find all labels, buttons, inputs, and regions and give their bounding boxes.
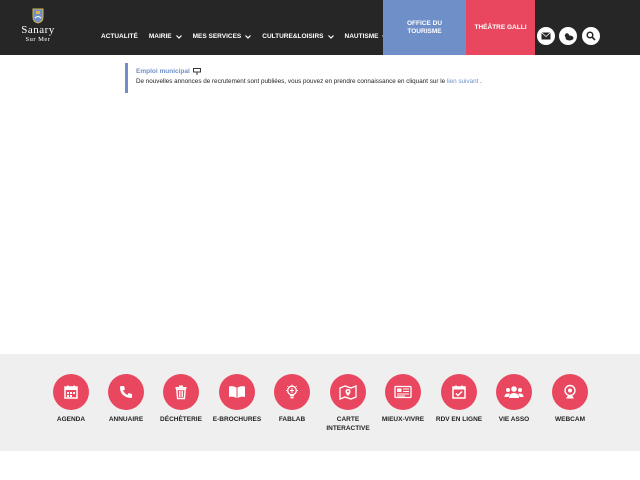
service-label: Annuaire — [108, 416, 144, 423]
nav-item-culture-loisirs[interactable]: Culture&Loisirs — [262, 33, 334, 40]
nav-item-actualite[interactable]: Actualité — [101, 33, 138, 40]
notice-link[interactable]: lien suivant — [447, 78, 479, 85]
notice-title-text: Emploi municipal — [136, 68, 190, 75]
service-label: Agenda — [56, 416, 86, 423]
service-label: Webcam — [555, 416, 585, 423]
nav-item-label: Actualité — [101, 33, 138, 40]
calendar-icon — [64, 385, 78, 399]
mail-icon — [541, 32, 551, 40]
webcam-icon — [564, 384, 576, 399]
office-tourisme-label: OFFICE DU TOURISME — [406, 19, 443, 35]
mail-button[interactable] — [537, 27, 555, 45]
site-header: Sanary Sur Mer Actualité Mairie Mes serv… — [0, 0, 640, 55]
services-bar: Agenda Annuaire Déchèterie E-Brochures F — [0, 354, 640, 451]
service-rdv-en-ligne[interactable]: RDV en ligne — [431, 374, 487, 424]
trash-icon — [175, 385, 187, 400]
site-logo[interactable]: Sanary Sur Mer — [10, 8, 66, 50]
lightbulb-icon — [286, 384, 298, 399]
nav-item-label: Mairie — [148, 33, 172, 40]
service-annuaire[interactable]: Annuaire — [98, 374, 154, 424]
theatre-galli-button[interactable]: THÉÂTRE GALLI — [466, 0, 535, 55]
service-circle — [330, 374, 366, 410]
signpost-icon — [192, 68, 201, 75]
service-label: RDV en ligne — [435, 416, 483, 423]
service-circle — [274, 374, 310, 410]
notice-text: De nouvelles annonces de recrutement son… — [136, 78, 505, 85]
service-label: Vie asso — [498, 416, 530, 423]
nav-item-label: Mes services — [192, 33, 242, 40]
nav-item-label: Nautisme — [344, 33, 379, 40]
notice-text-before: De nouvelles annonces de recrutement son… — [136, 78, 447, 85]
main-nav: Actualité Mairie Mes services Culture&Lo… — [101, 33, 399, 40]
book-icon — [229, 386, 245, 398]
service-circle — [552, 374, 588, 410]
service-e-brochures[interactable]: E-Brochures — [209, 374, 265, 424]
service-webcam[interactable]: Webcam — [542, 374, 598, 424]
map-icon — [339, 385, 357, 400]
service-circle — [441, 374, 477, 410]
nav-item-nautisme[interactable]: Nautisme — [345, 33, 389, 40]
service-circle — [385, 374, 421, 410]
service-agenda[interactable]: Agenda — [43, 374, 99, 424]
theatre-galli-label: THÉÂTRE GALLI — [474, 24, 527, 31]
service-decheterie[interactable]: Déchèterie — [153, 374, 209, 424]
service-circle — [53, 374, 89, 410]
logo-line1: Sanary — [21, 24, 55, 36]
logo-line2: Sur Mer — [25, 36, 51, 43]
phone-icon — [120, 386, 132, 398]
service-label: E-Brochures — [212, 416, 262, 423]
chevron-down-icon — [175, 34, 182, 39]
chevron-down-icon — [245, 34, 252, 39]
service-label: Carte interactive — [326, 416, 370, 432]
newspaper-icon — [394, 385, 412, 399]
service-label: Mieux-vivre — [381, 416, 425, 423]
service-circle — [108, 374, 144, 410]
service-label: Fablab — [278, 416, 306, 423]
weather-icon — [564, 32, 573, 40]
service-carte-interactive[interactable]: Carte interactive — [320, 374, 376, 433]
service-circle — [163, 374, 199, 410]
notice-text-after: . — [478, 78, 482, 85]
shield-icon — [32, 8, 44, 24]
service-label: Déchèterie — [160, 416, 202, 423]
search-icon — [586, 31, 596, 41]
nav-item-label: Culture&Loisirs — [262, 33, 324, 40]
nav-item-mes-services[interactable]: Mes services — [193, 33, 252, 40]
search-button[interactable] — [582, 27, 600, 45]
chevron-down-icon — [327, 34, 334, 39]
employment-notice: Emploi municipal De nouvelles annonces d… — [125, 63, 505, 93]
service-circle — [219, 374, 255, 410]
service-mieux-vivre[interactable]: Mieux-vivre — [375, 374, 431, 424]
weather-button[interactable] — [559, 27, 577, 45]
service-circle — [496, 374, 532, 410]
office-tourisme-button[interactable]: OFFICE DU TOURISME — [383, 0, 466, 55]
nav-item-mairie[interactable]: Mairie — [149, 33, 182, 40]
service-vie-asso[interactable]: Vie asso — [486, 374, 542, 424]
calendar-check-icon — [452, 385, 466, 399]
page: Sanary Sur Mer Actualité Mairie Mes serv… — [0, 0, 640, 480]
notice-title: Emploi municipal — [136, 68, 505, 75]
service-fablab[interactable]: Fablab — [264, 374, 320, 424]
users-icon — [504, 386, 524, 398]
